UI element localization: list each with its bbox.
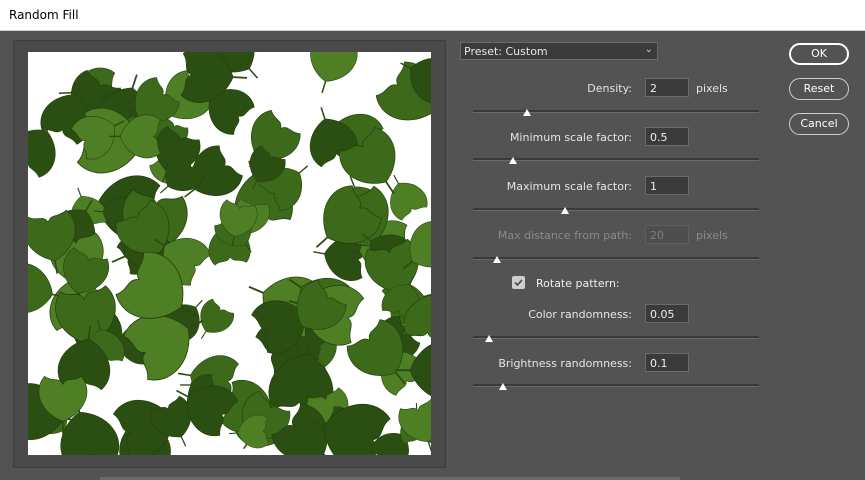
color-randomness-slider-thumb[interactable] [484, 335, 493, 342]
density-label: Density: [587, 82, 632, 95]
density-slider-thumb[interactable] [523, 109, 532, 116]
brightness-randomness-label: Brightness randomness: [498, 357, 632, 370]
max-scale-slider-thumb[interactable] [560, 207, 569, 214]
max-scale-field[interactable]: 1 [645, 176, 689, 195]
min-scale-label: Minimum scale factor: [509, 131, 632, 144]
max-distance-slider-track [473, 257, 759, 260]
cancel-button[interactable]: Cancel [789, 113, 849, 135]
color-randomness-label: Color randomness: [528, 308, 632, 321]
preset-label: Preset: Custom [464, 45, 548, 58]
brightness-randomness-field[interactable]: 0.1 [645, 353, 689, 372]
brightness-randomness-slider-thumb[interactable] [499, 383, 508, 390]
preset-dropdown[interactable]: Preset: Custom ⌄ [460, 42, 658, 60]
leaf-pattern-preview [28, 52, 431, 455]
density-field[interactable]: 2 [645, 78, 689, 97]
window-title: Random Fill [9, 8, 79, 22]
rotate-pattern-checkbox[interactable] [512, 276, 525, 289]
min-scale-field[interactable]: 0.5 [645, 127, 689, 146]
reset-button[interactable]: Reset [789, 78, 849, 100]
density-slider-track[interactable] [473, 110, 759, 113]
chevron-down-icon: ⌄ [644, 44, 653, 55]
preview-canvas [28, 52, 431, 455]
ok-button[interactable]: OK [789, 43, 849, 65]
brightness-randomness-slider-track[interactable] [473, 384, 759, 387]
checkmark-icon [514, 279, 523, 287]
color-randomness-field[interactable]: 0.05 [645, 304, 689, 323]
max-scale-slider-track[interactable] [473, 208, 759, 211]
max-distance-slider-thumb [493, 256, 502, 263]
title-bar: Random Fill [0, 0, 865, 31]
density-unit: pixels [696, 82, 728, 95]
max-distance-unit: pixels [696, 229, 728, 242]
min-scale-slider-thumb[interactable] [509, 157, 518, 164]
max-distance-label: Max distance from path: [497, 229, 632, 242]
max-scale-label: Maximum scale factor: [506, 180, 632, 193]
max-distance-field: 20 [645, 225, 689, 244]
leaf-shape [298, 52, 362, 101]
color-randomness-slider-track[interactable] [473, 336, 759, 339]
rotate-pattern-label[interactable]: Rotate pattern: [536, 277, 620, 290]
